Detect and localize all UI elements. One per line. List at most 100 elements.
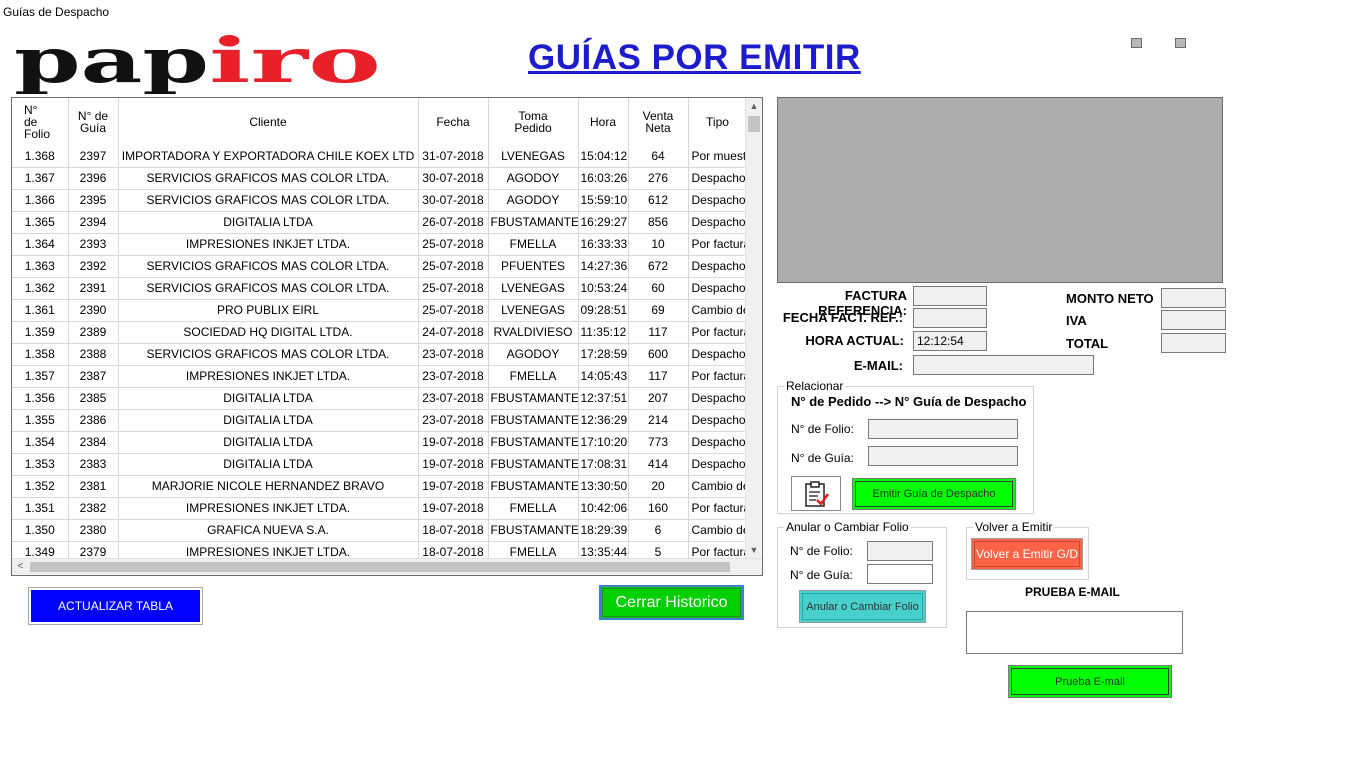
- cell-venta-neta[interactable]: 414: [628, 453, 689, 476]
- cell-toma-pedido[interactable]: FMELLA: [488, 233, 579, 256]
- cell-tipo[interactable]: Por muestra: [688, 145, 748, 168]
- cell-fecha[interactable]: 23-07-2018: [418, 387, 489, 410]
- table-row[interactable]: 1.350 2380 GRAFICA NUEVA S.A. 18-07-2018 FBU…: [12, 519, 748, 542]
- cell-toma-pedido[interactable]: FBUSTAMANTE: [488, 387, 579, 410]
- cell-folio[interactable]: 1.362: [12, 277, 69, 300]
- table-row[interactable]: 1.368 2397 IMPORTADORA Y EXPORTADORA CHILE…: [12, 145, 748, 168]
- cell-venta-neta[interactable]: 856: [628, 211, 689, 234]
- col-header-tipo[interactable]: Tipo: [688, 98, 748, 145]
- cell-hora[interactable]: 10:53:24: [578, 277, 629, 300]
- clipboard-check-button[interactable]: [791, 476, 841, 511]
- cell-toma-pedido[interactable]: FBUSTAMANTE: [488, 211, 579, 234]
- table-row[interactable]: 1.354 2384 DIGITALIA LTDA 19-07-2018 FBUSTAM…: [12, 431, 748, 454]
- monto-neto-field[interactable]: [1161, 288, 1226, 308]
- cell-guia[interactable]: 2391: [68, 277, 119, 300]
- anular-guia-field[interactable]: [867, 564, 933, 584]
- cell-guia[interactable]: 2381: [68, 475, 119, 498]
- cell-venta-neta[interactable]: 10: [628, 233, 689, 256]
- volver-emitir-button[interactable]: Volver a Emitir G/D: [971, 538, 1083, 570]
- cell-venta-neta[interactable]: 600: [628, 343, 689, 366]
- minimize-icon[interactable]: [1131, 38, 1142, 48]
- cell-folio[interactable]: 1.359: [12, 321, 69, 344]
- cell-guia[interactable]: 2386: [68, 409, 119, 432]
- cell-hora[interactable]: 17:28:59: [578, 343, 629, 366]
- cell-hora[interactable]: 16:29:27: [578, 211, 629, 234]
- cell-cliente[interactable]: DIGITALIA LTDA: [118, 211, 419, 234]
- emitir-guia-button[interactable]: Emitir Guía de Despacho: [852, 478, 1016, 510]
- cell-venta-neta[interactable]: 117: [628, 365, 689, 388]
- cell-hora[interactable]: 14:27:36: [578, 255, 629, 278]
- cell-fecha[interactable]: 25-07-2018: [418, 299, 489, 322]
- table-row[interactable]: 1.358 2388 SERVICIOS GRAFICOS MAS COLOR LT…: [12, 343, 748, 366]
- email-field[interactable]: [913, 355, 1094, 375]
- cell-fecha[interactable]: 25-07-2018: [418, 255, 489, 278]
- cell-cliente[interactable]: IMPRESIONES INKJET LTDA.: [118, 233, 419, 256]
- cell-venta-neta[interactable]: 773: [628, 431, 689, 454]
- cell-folio[interactable]: 1.358: [12, 343, 69, 366]
- cell-guia[interactable]: 2382: [68, 497, 119, 520]
- hora-actual-field[interactable]: 12:12:54: [913, 331, 987, 351]
- cell-guia[interactable]: 2387: [68, 365, 119, 388]
- cell-toma-pedido[interactable]: FBUSTAMANTE: [488, 519, 579, 542]
- cell-folio[interactable]: 1.354: [12, 431, 69, 454]
- cell-toma-pedido[interactable]: PFUENTES: [488, 255, 579, 278]
- cell-venta-neta[interactable]: 276: [628, 167, 689, 190]
- cell-fecha[interactable]: 26-07-2018: [418, 211, 489, 234]
- cell-tipo[interactable]: Por facturar: [688, 233, 748, 256]
- cell-cliente[interactable]: SERVICIOS GRAFICOS MAS COLOR LTDA.: [118, 189, 419, 212]
- cell-tipo[interactable]: Cambio de m: [688, 519, 748, 542]
- cell-fecha[interactable]: 25-07-2018: [418, 277, 489, 300]
- cell-venta-neta[interactable]: 20: [628, 475, 689, 498]
- table-row[interactable]: 1.365 2394 DIGITALIA LTDA 26-07-2018 FBUSTAM…: [12, 211, 748, 234]
- cell-toma-pedido[interactable]: LVENEGAS: [488, 277, 579, 300]
- cell-cliente[interactable]: IMPRESIONES INKJET LTDA.: [118, 497, 419, 520]
- cell-hora[interactable]: 15:04:12: [578, 145, 629, 168]
- col-header-guia[interactable]: N° de Guía: [68, 98, 119, 145]
- cell-fecha[interactable]: 19-07-2018: [418, 453, 489, 476]
- col-header-venta-neta[interactable]: Venta Neta: [628, 98, 689, 145]
- cell-venta-neta[interactable]: 69: [628, 299, 689, 322]
- table-row[interactable]: 1.359 2389 SOCIEDAD HQ DIGITAL LTDA. 24-07-…: [12, 321, 748, 344]
- cell-cliente[interactable]: DIGITALIA LTDA: [118, 453, 419, 476]
- vertical-scrollbar[interactable]: ▲ ▼: [745, 98, 762, 559]
- cell-guia[interactable]: 2396: [68, 167, 119, 190]
- cell-fecha[interactable]: 30-07-2018: [418, 167, 489, 190]
- col-header-fecha[interactable]: Fecha: [418, 98, 489, 145]
- cell-folio[interactable]: 1.364: [12, 233, 69, 256]
- table-row[interactable]: 1.357 2387 IMPRESIONES INKJET LTDA. 23-07-2…: [12, 365, 748, 388]
- cell-fecha[interactable]: 23-07-2018: [418, 365, 489, 388]
- cell-cliente[interactable]: DIGITALIA LTDA: [118, 409, 419, 432]
- relacionar-guia-field[interactable]: [868, 446, 1018, 466]
- cell-tipo[interactable]: Por facturar: [688, 497, 748, 520]
- cell-tipo[interactable]: Despacho p: [688, 409, 748, 432]
- cell-cliente[interactable]: DIGITALIA LTDA: [118, 431, 419, 454]
- maximize-icon[interactable]: [1175, 38, 1186, 48]
- cell-hora[interactable]: 17:08:31: [578, 453, 629, 476]
- cell-cliente[interactable]: PRO PUBLIX EIRL: [118, 299, 419, 322]
- scroll-thumb[interactable]: [748, 116, 760, 132]
- cell-guia[interactable]: 2385: [68, 387, 119, 410]
- cell-hora[interactable]: 16:03:26: [578, 167, 629, 190]
- cell-guia[interactable]: 2389: [68, 321, 119, 344]
- table-row[interactable]: 1.364 2393 IMPRESIONES INKJET LTDA. 25-07-2…: [12, 233, 748, 256]
- cell-guia[interactable]: 2383: [68, 453, 119, 476]
- cerrar-historico-button[interactable]: Cerrar Historico: [599, 585, 744, 620]
- cell-fecha[interactable]: 19-07-2018: [418, 431, 489, 454]
- col-header-toma-pedido[interactable]: Toma Pedido: [488, 98, 579, 145]
- cell-fecha[interactable]: 31-07-2018: [418, 145, 489, 168]
- cell-venta-neta[interactable]: 672: [628, 255, 689, 278]
- cell-tipo[interactable]: Despacho p: [688, 453, 748, 476]
- cell-folio[interactable]: 1.367: [12, 167, 69, 190]
- cell-folio[interactable]: 1.350: [12, 519, 69, 542]
- cell-folio[interactable]: 1.363: [12, 255, 69, 278]
- table-row[interactable]: 1.362 2391 SERVICIOS GRAFICOS MAS COLOR LT…: [12, 277, 748, 300]
- cell-hora[interactable]: 11:35:12: [578, 321, 629, 344]
- table-row[interactable]: 1.352 2381 MARJORIE NICOLE HERNANDEZ BRAVO…: [12, 475, 748, 498]
- cell-venta-neta[interactable]: 160: [628, 497, 689, 520]
- col-header-folio[interactable]: N° de Folio: [12, 98, 69, 145]
- cell-tipo[interactable]: Despacho p: [688, 343, 748, 366]
- table-row[interactable]: 1.361 2390 PRO PUBLIX EIRL 25-07-2018 LVENEG…: [12, 299, 748, 322]
- cell-hora[interactable]: 15:59:10: [578, 189, 629, 212]
- table-row[interactable]: 1.363 2392 SERVICIOS GRAFICOS MAS COLOR LT…: [12, 255, 748, 278]
- table-row[interactable]: 1.351 2382 IMPRESIONES INKJET LTDA. 19-07-2…: [12, 497, 748, 520]
